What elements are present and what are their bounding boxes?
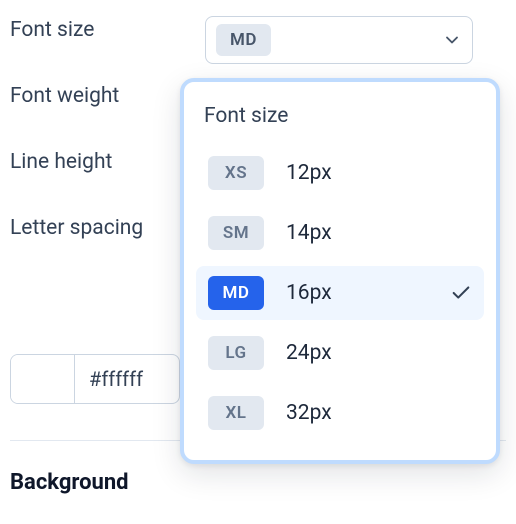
dropdown-title: Font size: [196, 100, 484, 146]
option-value: 24px: [286, 341, 332, 365]
option-sm[interactable]: SM 14px: [196, 206, 484, 260]
letter-spacing-label: Letter spacing: [10, 216, 200, 240]
option-badge: LG: [208, 336, 264, 370]
option-value: 16px: [286, 281, 332, 305]
color-value: #ffffff: [75, 367, 143, 391]
option-xl[interactable]: XL 32px: [196, 386, 484, 440]
check-icon: [450, 282, 472, 304]
option-badge: MD: [208, 276, 264, 310]
font-size-selected-badge: MD: [216, 24, 271, 56]
font-size-dropdown: Font size XS 12px SM 14px MD 16px LG 24p…: [180, 78, 500, 464]
color-swatch[interactable]: [11, 355, 75, 403]
font-size-label: Font size: [10, 18, 200, 42]
font-weight-label: Font weight: [10, 84, 200, 108]
option-value: 32px: [286, 401, 332, 425]
option-badge: XL: [208, 396, 264, 430]
option-value: 14px: [286, 221, 332, 245]
option-badge: XS: [208, 156, 264, 190]
chevron-down-icon: [442, 30, 462, 50]
option-lg[interactable]: LG 24px: [196, 326, 484, 380]
option-value: 12px: [286, 161, 332, 185]
color-input[interactable]: #ffffff: [10, 354, 180, 404]
line-height-label: Line height: [10, 150, 200, 174]
option-md[interactable]: MD 16px: [196, 266, 484, 320]
option-xs[interactable]: XS 12px: [196, 146, 484, 200]
option-badge: SM: [208, 216, 264, 250]
background-section-title: Background: [10, 470, 129, 495]
font-size-select[interactable]: MD: [205, 16, 473, 64]
